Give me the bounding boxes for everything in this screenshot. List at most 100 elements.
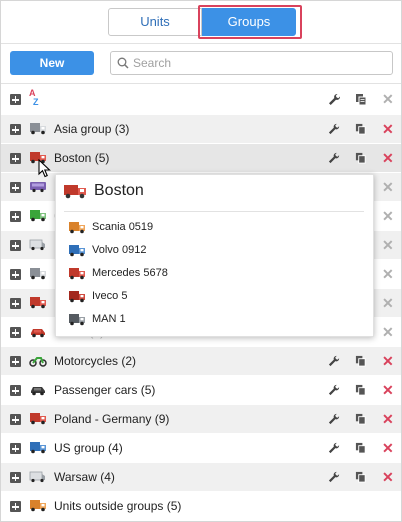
delete-icon[interactable]: ✕ [382,122,394,136]
motorcycle-icon [29,357,47,367]
expand-icon[interactable] [10,124,21,135]
expand-icon[interactable] [10,385,21,396]
wrench-icon[interactable] [328,471,340,483]
group-label: Asia group (3) [54,122,130,136]
delete-icon[interactable]: ✕ [382,325,394,339]
wrench-icon[interactable] [328,123,340,135]
popup-unit-label: Iveco 5 [92,290,128,302]
group-row[interactable]: Motorcycles (2) ✕ [1,347,401,376]
truck-grey-icon [69,314,85,326]
truck-blue-icon [30,442,46,454]
expand-icon[interactable] [10,269,21,280]
popup-unit-label: Volvo 0912 [92,244,147,256]
group-row[interactable]: Passenger cars (5) ✕ [1,376,401,405]
copy-icon[interactable] [355,384,367,396]
group-label: US group (4) [54,441,123,455]
car-red-icon [31,329,45,338]
truck-orange-icon [30,500,46,512]
van-icon [29,239,45,251]
expand-icon[interactable] [10,414,21,425]
expand-icon[interactable] [10,356,21,367]
group-row[interactable]: Poland - Germany (9) ✕ [1,405,401,434]
truck-blue-icon [69,245,85,257]
truck-red-icon [64,185,86,199]
search-input[interactable] [133,54,388,72]
tab-groups-highlight [198,5,302,39]
group-row[interactable]: Units outside groups (5) [1,492,401,521]
delete-icon[interactable]: ✕ [382,180,394,194]
group-row[interactable]: Asia group (3) ✕ [1,115,401,144]
expand-icon[interactable] [10,240,21,251]
divider [64,211,364,212]
expand-icon[interactable] [10,298,21,309]
wrench-icon[interactable] [328,384,340,396]
group-popup: Boston Scania 0519 Volvo 0912 Mercedes 567… [55,174,374,337]
delete-icon[interactable]: ✕ [382,412,394,426]
wrench-icon[interactable] [328,355,340,367]
close-icon[interactable]: ✕ [382,92,394,106]
new-group-button[interactable]: New [10,51,94,75]
expand-icon[interactable] [10,182,21,193]
wrench-icon[interactable] [328,152,340,164]
copy-icon[interactable] [355,413,367,425]
expand-icon[interactable] [10,472,21,483]
popup-title: Boston [94,182,144,199]
truck-red-icon [69,268,85,280]
copy-icon[interactable] [355,152,367,164]
group-row[interactable]: Boston (5) ✕ [1,144,401,173]
delete-icon[interactable]: ✕ [382,441,394,455]
group-row[interactable]: Warsaw (4) ✕ [1,463,401,492]
truck-icon [30,123,46,135]
groups-panel: Units Groups New A Z ✕ Asia group (3)✕Bo… [0,0,402,522]
expand-icon[interactable] [10,211,21,222]
truck-red-icon [30,297,46,309]
copy-icon[interactable] [355,442,367,454]
group-row[interactable]: US group (4) ✕ [1,434,401,463]
copy-icon[interactable] [355,123,367,135]
search-icon [117,57,129,69]
truck-icon [30,268,46,280]
group-label: Units outside groups (5) [54,499,182,513]
delete-icon[interactable]: ✕ [382,267,394,281]
expand-icon[interactable] [10,443,21,454]
copy-icon[interactable] [355,355,367,367]
search-field[interactable] [110,51,393,75]
copy-icon[interactable] [355,471,367,483]
delete-icon[interactable]: ✕ [382,238,394,252]
group-label: Boston (5) [54,151,110,165]
group-label: Motorcycles (2) [54,354,137,368]
expand-icon[interactable] [10,153,21,164]
expand-icon[interactable] [10,327,21,338]
popup-unit-label: Scania 0519 [92,221,154,233]
bus-icon [30,182,46,193]
delete-icon[interactable]: ✕ [382,296,394,310]
divider [1,43,401,44]
sort-az-icon[interactable]: A Z [29,89,39,107]
van-icon [29,471,45,483]
wrench-icon[interactable] [328,413,340,425]
car-icon [31,387,45,396]
group-label: Warsaw (4) [54,470,115,484]
divider [1,83,401,84]
delete-icon[interactable]: ✕ [382,354,394,368]
expand-all-icon[interactable] [10,94,21,105]
delete-icon[interactable]: ✕ [382,470,394,484]
popup-unit-label: Mercedes 5678 [92,267,168,279]
tab-units[interactable]: Units [108,8,202,36]
wrench-icon[interactable] [328,93,341,106]
truck-orange-icon [69,222,85,234]
cargo-truck-icon [30,210,46,222]
delete-icon[interactable]: ✕ [382,209,394,223]
list-toolbar: A Z ✕ [1,85,401,113]
group-label: Poland - Germany (9) [54,412,170,426]
truck-red-icon [30,413,46,425]
truck-dark-icon [69,291,85,303]
copy-icon[interactable] [355,93,368,106]
group-label: Passenger cars (5) [54,383,156,397]
wrench-icon[interactable] [328,442,340,454]
mouse-cursor-icon [38,159,51,178]
delete-icon[interactable]: ✕ [382,151,394,165]
delete-icon[interactable]: ✕ [382,383,394,397]
popup-unit-label: MAN 1 [92,313,126,325]
expand-icon[interactable] [10,501,21,512]
